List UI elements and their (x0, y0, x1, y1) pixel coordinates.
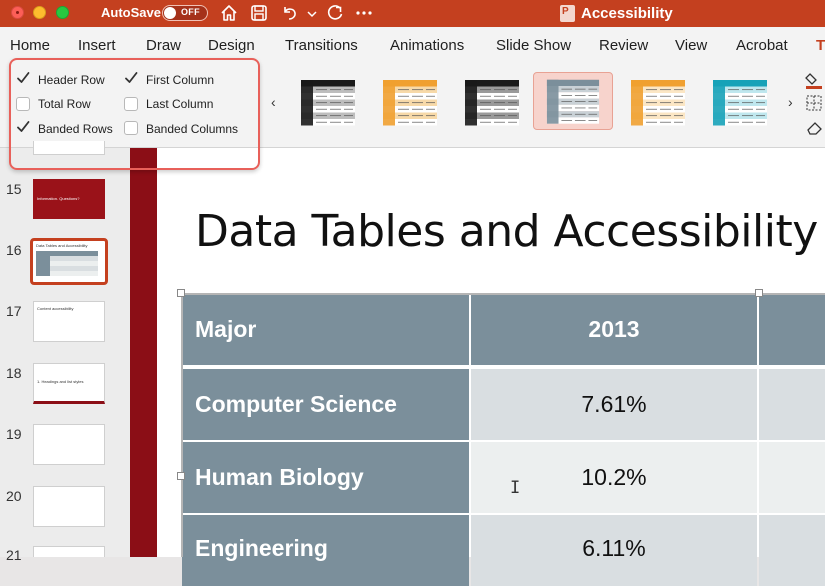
slide-thumbnail-20[interactable] (33, 486, 105, 527)
banded-columns-checkbox[interactable] (124, 121, 138, 135)
table-draw-tools (805, 70, 825, 140)
table-style-preview (546, 79, 600, 124)
table-style-option[interactable] (623, 76, 693, 128)
slide-number: 20 (6, 488, 22, 504)
slide-number: 19 (6, 426, 22, 442)
redo-icon[interactable] (325, 3, 345, 23)
undo-dropdown-chevron-icon[interactable] (302, 3, 317, 23)
table-style-preview (713, 80, 767, 126)
tab-slide-show[interactable]: Slide Show (496, 37, 571, 54)
slide-accent-strip (130, 148, 157, 557)
table-row-header-cell[interactable]: Computer Science (182, 369, 469, 440)
minimize-window-button[interactable] (33, 6, 46, 19)
table-style-preview (301, 80, 355, 126)
banded-columns-label: Banded Columns (146, 122, 239, 136)
document-title: Accessibility (581, 5, 673, 22)
shading-bucket-icon[interactable] (805, 73, 822, 89)
slide-thumbnail-title: 1. Headings and list styles (37, 379, 84, 384)
table-style-preview (383, 80, 437, 126)
slide-thumbnail-21-partial[interactable] (33, 546, 105, 557)
table-data-cell-partial[interactable] (759, 515, 825, 586)
tab-transitions[interactable]: Transitions (285, 37, 358, 54)
first-column-label: First Column (146, 73, 215, 87)
table-row-header-cell[interactable]: Engineering (182, 515, 469, 586)
slide-thumbnail-15[interactable]: Information. Questions? (33, 179, 105, 219)
home-icon[interactable] (219, 3, 239, 23)
table-header-cell[interactable]: 2013 (471, 294, 757, 365)
tab-view[interactable]: View (675, 37, 707, 54)
slide-number: 21 (6, 547, 22, 563)
tab-animations[interactable]: Animations (390, 37, 464, 54)
more-options-icon[interactable] (354, 3, 374, 23)
banded-rows-checkbox[interactable] (16, 121, 30, 135)
tab-acrobat[interactable]: Acrobat (736, 37, 788, 54)
table-style-option[interactable] (457, 76, 527, 128)
table-styles-gallery: ‹ › (267, 70, 800, 138)
selection-frame-left (181, 293, 183, 557)
table-style-option[interactable] (293, 76, 363, 128)
maximize-window-button[interactable] (56, 6, 69, 19)
tab-design[interactable]: Design (208, 37, 255, 54)
table-style-options-highlight: Header Row Total Row Banded Rows First C… (9, 58, 260, 170)
toggle-knob (164, 7, 176, 19)
resize-handle-middle-left[interactable] (177, 472, 185, 480)
last-column-checkbox[interactable] (124, 97, 138, 111)
slide-number: 18 (6, 365, 22, 381)
slide-title[interactable]: Data Tables and Accessibility (195, 206, 818, 257)
slide-thumbnail-17[interactable]: Content accessibility (33, 301, 105, 342)
powerpoint-file-icon (560, 5, 575, 22)
autosave-toggle[interactable]: OFF (162, 5, 208, 21)
slide-number: 15 (6, 181, 22, 197)
table-data-cell-partial[interactable] (759, 369, 825, 440)
mini-table-icon (36, 251, 98, 276)
total-row-label: Total Row (38, 97, 91, 111)
banded-rows-label: Banded Rows (38, 122, 113, 136)
header-row-label: Header Row (38, 73, 105, 87)
table-row-header-cell[interactable]: Human Biology (182, 442, 469, 513)
slide-thumbnail-title: Information. Questions? (37, 196, 80, 201)
table-header-cell[interactable]: Major (182, 294, 469, 365)
autosave-state: OFF (181, 7, 200, 17)
table-data-cell-partial[interactable] (759, 442, 825, 513)
autosave-label: AutoSave (101, 5, 161, 20)
tab-review[interactable]: Review (599, 37, 648, 54)
slide-thumbnail-16-selected[interactable]: Data Tables and Accessibility (30, 238, 108, 285)
borders-icon[interactable] (806, 95, 822, 111)
header-row-checkbox[interactable] (16, 72, 30, 86)
table-style-preview (631, 80, 685, 126)
eraser-icon[interactable] (807, 122, 822, 135)
data-table[interactable]: Major 2013 Computer Science 7.61% Human … (182, 294, 825, 586)
first-column-checkbox[interactable] (124, 72, 138, 86)
table-data-cell[interactable]: 7.61% (471, 369, 757, 440)
close-window-button[interactable] (11, 6, 24, 19)
gallery-prev-arrow-icon[interactable]: ‹ (271, 94, 276, 110)
slide-thumbnail-18[interactable]: 1. Headings and list styles (33, 363, 105, 404)
gallery-next-arrow-icon[interactable]: › (788, 94, 793, 110)
slide-number: 16 (6, 242, 22, 258)
table-style-option[interactable] (375, 76, 445, 128)
title-bar: AutoSave OFF Accessibility (0, 0, 825, 27)
tab-insert[interactable]: Insert (78, 37, 116, 54)
tab-home[interactable]: Home (10, 37, 50, 54)
table-header-cell-partial[interactable] (759, 294, 825, 365)
last-column-label: Last Column (146, 97, 214, 111)
total-row-checkbox[interactable] (16, 97, 30, 111)
table-style-option[interactable] (705, 76, 775, 128)
undo-icon[interactable] (280, 3, 300, 23)
tab-draw[interactable]: Draw (146, 37, 181, 54)
save-icon[interactable] (249, 3, 269, 23)
selection-frame-top (181, 293, 825, 295)
table-data-cell[interactable]: 6.11% (471, 515, 757, 586)
table-style-preview (465, 80, 519, 126)
slide-thumbnail-panel: 15 Information. Questions? 16 Data Table… (0, 141, 130, 563)
resize-handle-top-left[interactable] (177, 289, 185, 297)
table-style-option-selected[interactable] (533, 72, 613, 130)
text-cursor-icon: I (510, 478, 521, 498)
resize-handle-top-middle[interactable] (755, 289, 763, 297)
tab-table-design[interactable]: T (816, 37, 825, 54)
slide-thumbnail-19[interactable] (33, 424, 105, 465)
slide-number: 17 (6, 303, 22, 319)
slide-thumbnail-title: Content accessibility (37, 306, 74, 311)
